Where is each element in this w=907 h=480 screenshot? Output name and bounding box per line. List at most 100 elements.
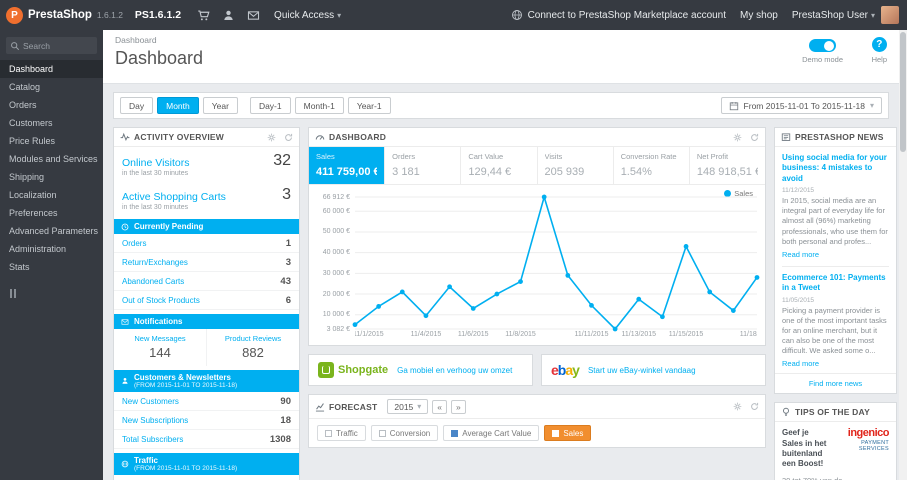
kpi-visits[interactable]: Visits 205 939	[536, 147, 613, 184]
sidebar-item-modules-and-services[interactable]: Modules and Services	[0, 150, 103, 168]
gear-icon[interactable]	[733, 133, 742, 142]
quick-access-menu[interactable]: Quick Access ▾	[274, 10, 341, 21]
news-article: Using social media for your business: 4 …	[782, 153, 889, 260]
row-label: Abandoned Carts	[122, 276, 185, 286]
sidebar-item-dashboard[interactable]: Dashboard	[0, 60, 103, 78]
customers-row-new-customers[interactable]: New Customers 90	[114, 392, 299, 411]
filter-month-1-button[interactable]: Month-1	[294, 97, 344, 114]
legend-label: Sales	[563, 428, 584, 438]
forecast-prev-button[interactable]: «	[432, 399, 448, 414]
tips-of-the-day-panel: TIPS OF THE DAY Geef je Sales in het bui…	[774, 402, 897, 480]
kpi-orders[interactable]: Orders 3 181	[384, 147, 460, 184]
ingenico-logo-subtext: payment services	[858, 440, 889, 453]
sidebar-item-stats[interactable]: Stats	[0, 258, 103, 276]
notifications-columns: New Messages 144 Product Reviews 882	[114, 329, 299, 366]
sidebar-item-customers[interactable]: Customers	[0, 114, 103, 132]
y-tick-label: 60 000 €	[322, 207, 350, 215]
sidebar-item-administration[interactable]: Administration	[0, 240, 103, 258]
read-more-link[interactable]: Read more	[782, 250, 819, 259]
demo-mode-toggle[interactable]	[809, 39, 837, 52]
sidebar-item-shipping[interactable]: Shipping	[0, 168, 103, 186]
pending-row-abandoned-carts[interactable]: Abandoned Carts 43	[114, 272, 299, 291]
gear-icon[interactable]	[267, 133, 276, 142]
forecast-legend-average-cart-value[interactable]: Average Cart Value	[443, 425, 540, 441]
product-reviews-stat[interactable]: Product Reviews 882	[206, 329, 299, 366]
find-more-news-link[interactable]: Find more news	[775, 373, 896, 393]
globe-icon	[511, 9, 523, 21]
sidebar-item-preferences[interactable]: Preferences	[0, 204, 103, 222]
sidebar-collapse-button[interactable]	[10, 289, 93, 298]
refresh-icon[interactable]	[750, 402, 759, 411]
orders-notifications-icon[interactable]	[197, 9, 210, 22]
y-tick-label: 3 082 €	[326, 325, 350, 333]
user-menu[interactable]: PrestaShop User ▾	[792, 10, 875, 21]
online-visitors-label[interactable]: Online Visitors	[122, 157, 190, 169]
read-more-link[interactable]: Read more	[782, 359, 819, 368]
y-tick-label: 30 000 €	[322, 269, 350, 277]
sidebar-item-advanced-parameters[interactable]: Advanced Parameters	[0, 222, 103, 240]
messages-notifications-icon[interactable]	[247, 9, 260, 22]
active-carts-value: 3	[282, 186, 291, 203]
active-carts-label[interactable]: Active Shopping Carts	[122, 191, 226, 203]
news-article-excerpt: Picking a payment provider is one of the…	[782, 305, 887, 356]
kpi-conversion-rate[interactable]: Conversion Rate 1.54%	[612, 147, 689, 184]
gear-icon[interactable]	[733, 402, 742, 411]
forecast-next-button[interactable]: »	[451, 399, 466, 414]
filter-year-1-button[interactable]: Year-1	[347, 97, 391, 114]
scrollbar[interactable]	[899, 30, 907, 480]
new-messages-stat[interactable]: New Messages 144	[114, 329, 206, 366]
row-value: 3	[285, 256, 291, 268]
news-article-title[interactable]: Using social media for your business: 4 …	[782, 153, 889, 184]
chevron-down-icon: ▾	[869, 101, 874, 110]
customers-row-total-subscribers[interactable]: Total Subscribers 1308	[114, 430, 299, 449]
kpi-label: Sales	[316, 152, 335, 161]
refresh-icon[interactable]	[750, 133, 759, 142]
quick-access-label: Quick Access	[274, 9, 335, 21]
refresh-icon[interactable]	[284, 133, 293, 142]
clock-icon	[121, 223, 129, 231]
sidebar-item-orders[interactable]: Orders	[0, 96, 103, 114]
chart-y-axis: 66 912 € 60 000 € 50 000 € 40 000 € 30 000 €…	[313, 194, 355, 333]
news-article-title[interactable]: Ecommerce 101: Payments in a Tweet	[782, 273, 889, 294]
y-tick-label: 10 000 €	[322, 311, 350, 319]
forecast-year-value: 2015	[394, 401, 414, 412]
shopgate-promo-link[interactable]: Ga mobiel en verhoog uw omzet	[397, 366, 512, 375]
kpi-sales[interactable]: Sales 411 759,00 €	[309, 147, 385, 184]
news-panel-header: PRESTASHOP NEWS	[775, 128, 896, 147]
active-carts-sub: in the last 30 minutes	[122, 204, 189, 211]
filter-year-button[interactable]: Year	[202, 97, 238, 114]
x-tick-label: 11/8/2015	[505, 331, 536, 338]
marketplace-link[interactable]: Connect to PrestaShop Marketplace accoun…	[511, 9, 726, 21]
user-avatar[interactable]	[881, 6, 899, 24]
date-range-picker[interactable]: From 2015-11-01 To 2015-11-18 ▾	[720, 97, 882, 114]
filter-day-1-button[interactable]: Day-1	[249, 97, 291, 114]
customers-row-new-subscriptions[interactable]: New Subscriptions 18	[114, 411, 299, 430]
filter-month-button[interactable]: Month	[157, 97, 199, 114]
demo-mode-label: Demo mode	[802, 55, 843, 64]
pending-row-returns[interactable]: Return/Exchanges 3	[114, 253, 299, 272]
forecast-legend-conversion[interactable]: Conversion	[370, 425, 439, 441]
scrollbar-thumb[interactable]	[900, 32, 906, 152]
forecast-legend-sales[interactable]: Sales	[544, 425, 592, 441]
prestashop-brand[interactable]: P PrestaShop 1.6.1.2	[0, 6, 129, 24]
sidebar-item-price-rules[interactable]: Price Rules	[0, 132, 103, 150]
help-icon[interactable]: ?	[871, 37, 887, 52]
kpi-cart-value[interactable]: Cart Value 129,44 €	[460, 147, 536, 184]
pending-row-out-of-stock[interactable]: Out of Stock Products 6	[114, 291, 299, 310]
filter-day-button[interactable]: Day	[120, 97, 154, 114]
dashboard-panel-title: DASHBOARD	[329, 132, 387, 142]
pending-row-orders[interactable]: Orders 1	[114, 234, 299, 253]
ebay-promo-link[interactable]: Start uw eBay-winkel vandaag	[588, 366, 696, 375]
kpi-net-profit[interactable]: Net Profit 148 918,51 €	[688, 147, 765, 184]
main-area: Dashboard Dashboard Demo mode ? Help Day…	[103, 30, 899, 480]
forecast-legend-traffic[interactable]: Traffic	[317, 425, 366, 441]
row-value: 90	[280, 395, 291, 407]
ebay-letter: e	[551, 362, 559, 378]
forecast-year-select[interactable]: 2015 ▾	[387, 399, 429, 414]
shop-name: PS1.6.1.2	[134, 9, 182, 21]
my-shop-link[interactable]: My shop	[740, 10, 778, 21]
sidebar-item-catalog[interactable]: Catalog	[0, 78, 103, 96]
ebay-promo-card: ebay Start uw eBay-winkel vandaag	[541, 354, 766, 386]
sidebar-item-localization[interactable]: Localization	[0, 186, 103, 204]
customers-notifications-icon[interactable]	[222, 9, 235, 22]
